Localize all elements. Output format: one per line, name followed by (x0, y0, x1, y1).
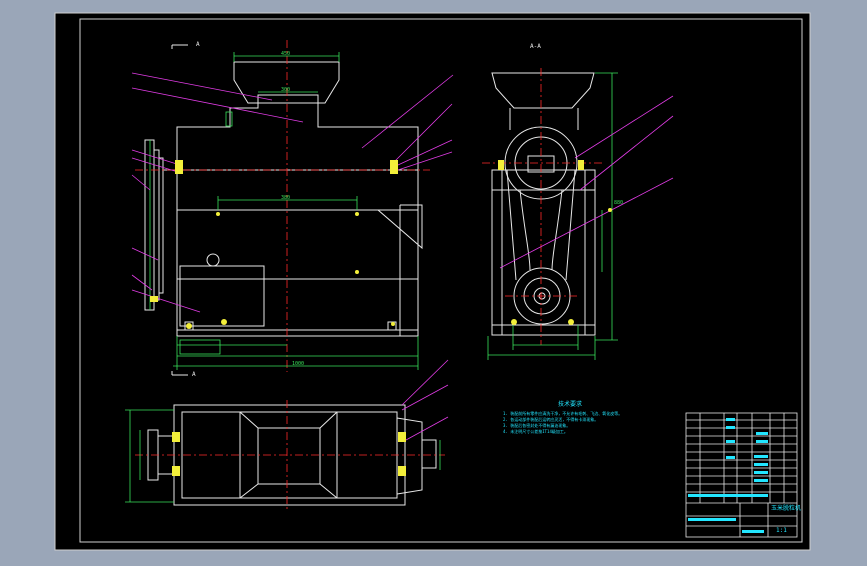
section-label-side: A-A (530, 43, 541, 50)
title-block-scale: 1:1 (776, 527, 787, 534)
note-line-3: 3. 装配后各密封处不得有漏油现象。 (503, 423, 571, 428)
note-line-2: 2. 各运动部件装配后运转应灵活，不得有卡滞现象。 (503, 417, 599, 422)
note-line-1: 1. 装配前所有零件应清洗干净，不允许有毛刺、飞边、氧化皮等。 (503, 411, 623, 416)
dim-height: 880 (614, 200, 624, 206)
technical-notes: 技术要求 1. 装配前所有零件应清洗干净，不允许有毛刺、飞边、氧化皮等。 2. … (503, 402, 673, 435)
paper-border (54, 12, 811, 551)
section-label-front-lower: A (192, 371, 196, 378)
cad-drawing (54, 12, 811, 551)
drawing-window: A A A-A 450 300 380 1000 880 技术要求 1. 装配前… (0, 0, 867, 562)
notes-heading: 技术要求 (558, 401, 583, 408)
note-line-4: 4. 未注明尺寸公差按IT14级加工。 (503, 429, 568, 434)
dim-top: 450 (281, 51, 291, 57)
section-label-front: A (196, 41, 200, 48)
dim-mid: 380 (281, 195, 291, 201)
dim-upper: 300 (281, 87, 291, 93)
title-block-name: 玉米脱粒机 (771, 505, 802, 512)
dim-total: 1000 (292, 361, 305, 367)
